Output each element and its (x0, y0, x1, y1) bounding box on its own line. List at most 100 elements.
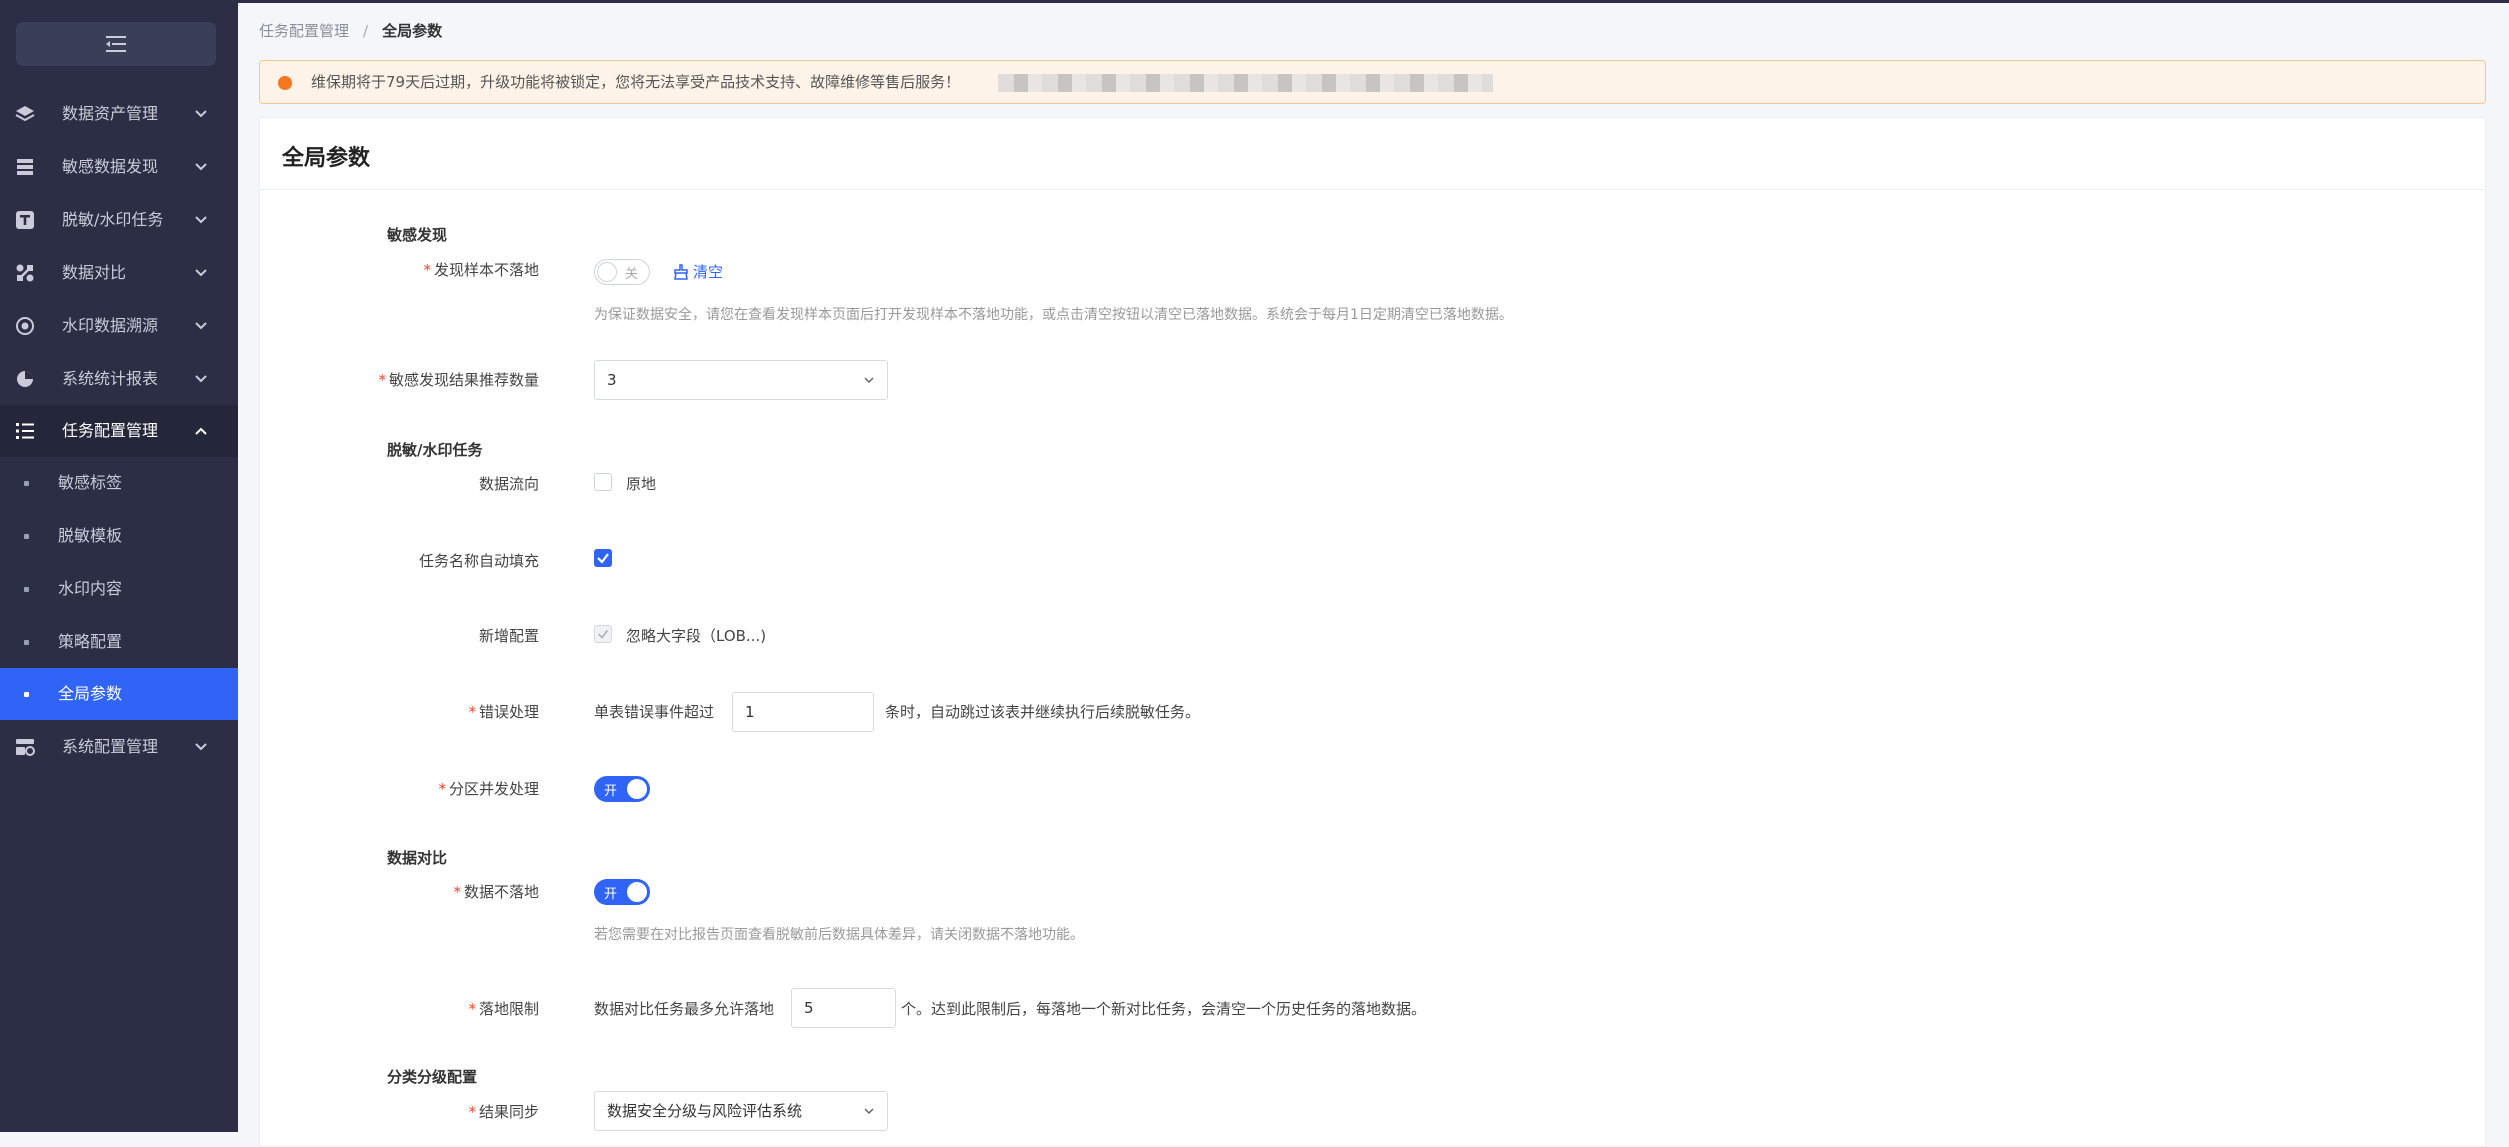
sample-help-text: 为保证数据安全，请您在查看发现样本页面后打开发现样本不落地功能，或点击清空按钮以… (594, 307, 1513, 323)
auto-fill-checkbox[interactable] (594, 549, 612, 567)
limit-suffix-text: 个。达到此限制后，每落地一个新对比任务，会清空一个历史任务的落地数据。 (901, 1000, 1427, 1018)
sidebar-item-sensitive-discovery[interactable]: 敏感数据发现 (0, 141, 238, 193)
ignore-lob-checkbox[interactable] (594, 625, 612, 643)
chevron-down-icon (195, 322, 207, 330)
settings-panel-icon (14, 736, 36, 758)
recommend-count-select[interactable]: 3 (594, 360, 888, 400)
switch-knob (627, 882, 647, 902)
sidebar: 数据资产管理 敏感数据发现 脱敏/水印任务 数据对比 水印数据溯源 系统统计报表… (0, 0, 238, 1132)
no-land-help-text: 若您需要在对比报告页面查看脱敏前后数据具体差异，请关闭数据不落地功能。 (594, 927, 1084, 943)
clear-button[interactable]: 清空 (673, 261, 723, 282)
error-threshold-input[interactable]: 1 (732, 692, 874, 732)
sidebar-subitem-label: 策略配置 (58, 632, 123, 651)
text-t-icon (14, 209, 36, 231)
sidebar-item-mask-watermark-task[interactable]: 脱敏/水印任务 (0, 194, 238, 246)
sidebar-subitem-global-params[interactable]: 全局参数 (0, 668, 238, 720)
warning-dot-icon (278, 76, 292, 90)
switch-knob (627, 779, 647, 799)
switch-text: 关 (625, 267, 639, 282)
check-icon (597, 553, 609, 564)
menu-fold-icon (106, 36, 126, 52)
maintenance-warning-banner: 维保期将于79天后过期，升级功能将被锁定，您将无法享受产品技术支持、故障维修等售… (259, 60, 2486, 104)
layers-icon (14, 103, 36, 125)
recommend-count-label: * 敏感发现结果推荐数量 (378, 371, 539, 389)
sample-no-land-label: * 发现样本不落地 (423, 261, 539, 279)
result-sync-select[interactable]: 数据安全分级与风险评估系统 (594, 1091, 888, 1131)
sidebar-item-label: 数据资产管理 (62, 104, 159, 123)
bullet-icon (24, 640, 29, 645)
chevron-down-icon (195, 163, 207, 171)
limit-prefix-text: 数据对比任务最多允许落地 (594, 1000, 775, 1018)
sidebar-item-data-assets[interactable]: 数据资产管理 (0, 88, 238, 140)
sidebar-subitem-sensitive-tags[interactable]: 敏感标签 (0, 457, 238, 509)
target-icon (14, 315, 36, 337)
error-handling-label: * 错误处理 (468, 703, 539, 721)
sidebar-collapse-button[interactable] (16, 22, 216, 66)
sidebar-item-task-config[interactable]: 任务配置管理 (0, 405, 238, 457)
global-params-panel: 全局参数 敏感发现 * 发现样本不落地 关 清空 为保证数据安全，请您在查看发现样… (259, 117, 2486, 1147)
error-prefix-text: 单表错误事件超过 (594, 703, 715, 721)
no-land-label: * 数据不落地 (453, 883, 539, 901)
clear-button-label: 清空 (693, 263, 724, 281)
sidebar-item-label: 敏感数据发现 (62, 157, 159, 176)
breadcrumb: 任务配置管理 / 全局参数 (259, 20, 442, 41)
section-title-sensitive: 敏感发现 (387, 226, 448, 244)
task-list-icon (14, 420, 36, 442)
sample-no-land-switch[interactable]: 关 (594, 259, 650, 285)
chevron-down-icon (195, 269, 207, 277)
data-flow-label: 数据流向 (478, 475, 539, 493)
top-border (0, 0, 2509, 3)
pie-chart-icon (14, 368, 36, 390)
sidebar-item-data-compare[interactable]: 数据对比 (0, 247, 238, 299)
in-place-label: 原地 (626, 475, 657, 493)
sidebar-item-system-config[interactable]: 系统配置管理 (0, 721, 238, 773)
sidebar-item-label: 任务配置管理 (62, 421, 159, 440)
broom-icon (674, 263, 688, 280)
sidebar-subitem-label: 脱敏模板 (58, 526, 123, 545)
auto-fill-label: 任务名称自动填充 (418, 552, 539, 570)
sidebar-subitem-label: 水印内容 (58, 579, 123, 598)
banner-text: 维保期将于79天后过期，升级功能将被锁定，您将无法享受产品技术支持、故障维修等售… (311, 73, 961, 91)
breadcrumb-current: 全局参数 (382, 22, 443, 40)
bullet-icon (24, 534, 29, 539)
sidebar-item-label: 数据对比 (62, 263, 127, 282)
section-title-mask: 脱敏/水印任务 (387, 441, 483, 459)
result-sync-label: * 结果同步 (468, 1103, 539, 1121)
page-title: 全局参数 (282, 146, 371, 171)
section-title-classify: 分类分级配置 (387, 1068, 478, 1086)
chevron-up-icon (195, 427, 207, 435)
divider (260, 189, 2485, 190)
breadcrumb-separator: / (363, 22, 369, 40)
partition-label: * 分区并发处理 (438, 780, 539, 798)
land-limit-input[interactable]: 5 (791, 988, 896, 1028)
select-value: 数据安全分级与风险评估系统 (607, 1102, 803, 1120)
input-value: 5 (804, 999, 814, 1017)
chevron-down-icon (864, 377, 874, 384)
sidebar-subitem-watermark-content[interactable]: 水印内容 (0, 563, 238, 615)
in-place-checkbox[interactable] (594, 473, 612, 491)
sidebar-item-label: 水印数据溯源 (62, 316, 159, 335)
no-land-switch[interactable]: 开 (594, 879, 650, 905)
check-icon (597, 629, 609, 639)
ignore-lob-label: 忽略大字段（LOB...) (626, 627, 767, 645)
sidebar-subitem-mask-templates[interactable]: 脱敏模板 (0, 510, 238, 562)
sidebar-item-system-reports[interactable]: 系统统计报表 (0, 353, 238, 405)
sidebar-subitem-label: 全局参数 (58, 684, 123, 703)
compare-icon (14, 262, 36, 284)
sidebar-subitem-policy-config[interactable]: 策略配置 (0, 616, 238, 668)
breadcrumb-parent-link[interactable]: 任务配置管理 (259, 22, 349, 40)
bullet-icon (24, 587, 29, 592)
bullet-icon (24, 692, 29, 697)
partition-switch[interactable]: 开 (594, 776, 650, 802)
sidebar-item-label: 系统统计报表 (62, 369, 159, 388)
new-config-label: 新增配置 (478, 627, 539, 645)
chevron-down-icon (195, 743, 207, 751)
sidebar-subitem-label: 敏感标签 (58, 473, 123, 492)
sidebar-item-label: 脱敏/水印任务 (62, 210, 164, 229)
sidebar-item-label: 系统配置管理 (62, 737, 159, 756)
land-limit-label: * 落地限制 (468, 1000, 539, 1018)
redacted-contact-info (998, 74, 1493, 92)
database-list-icon (14, 156, 36, 178)
sidebar-item-watermark-trace[interactable]: 水印数据溯源 (0, 300, 238, 352)
switch-text: 开 (604, 887, 618, 902)
